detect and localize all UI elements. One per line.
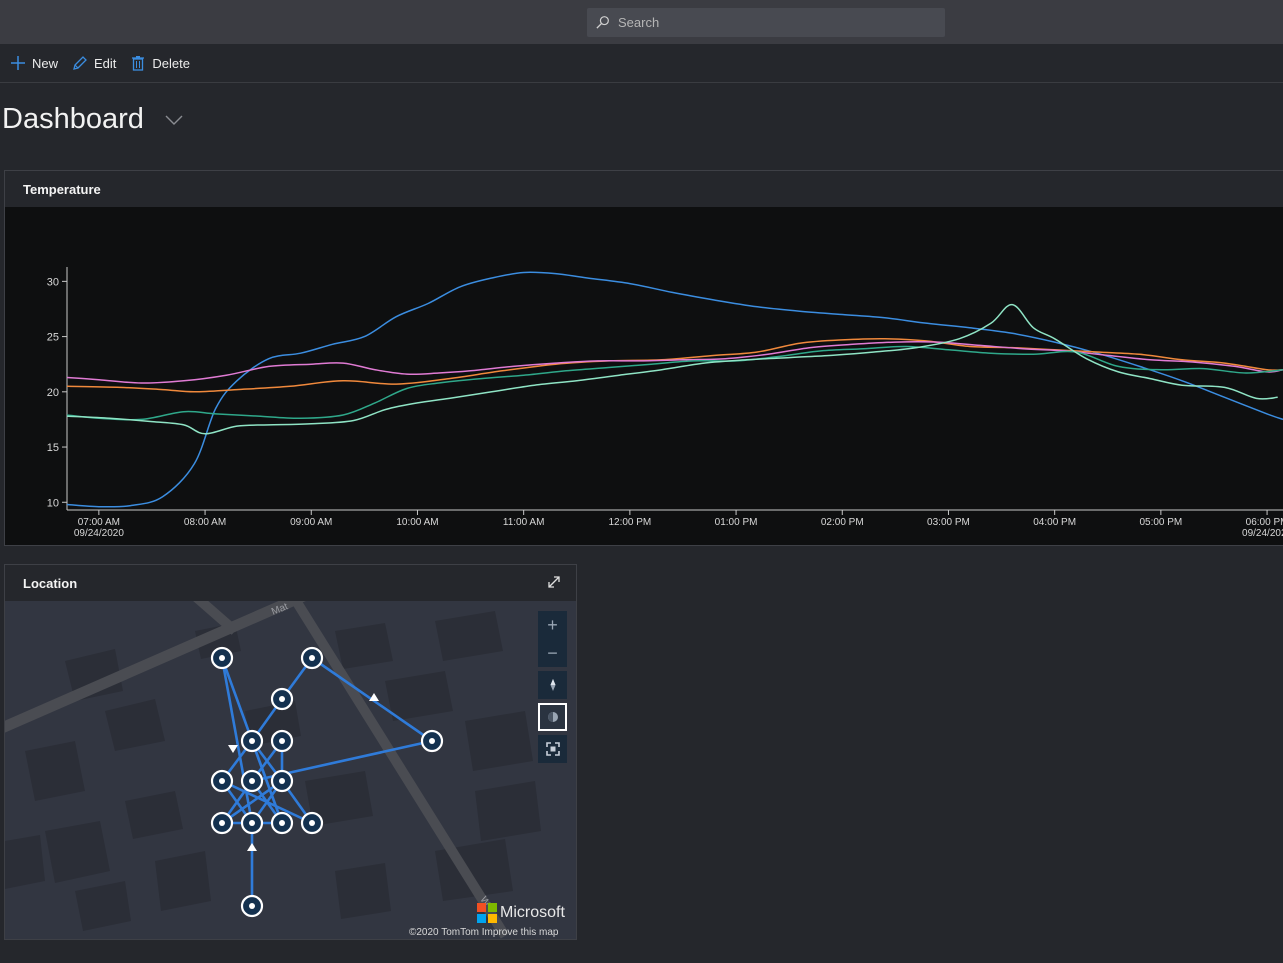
zoom-out-icon: − [547,642,558,663]
x-tick-label: 02:00 PM [821,517,864,528]
compass-icon [550,679,555,691]
map-waypoint-marker[interactable] [270,729,294,753]
pencil-icon [73,56,87,70]
temperature-series-line-4 [66,345,1283,421]
map-canvas[interactable]: Mat W + − Microsoft ©2020 TomTom Improve… [5,601,576,939]
map-waypoint-marker[interactable] [300,811,324,835]
y-tick-label: 30 [47,276,59,288]
x-tick-label: 03:00 PM [927,517,970,528]
top-bar [0,0,1283,44]
chevron-down-icon[interactable] [164,113,184,127]
map-waypoint-marker[interactable] [300,646,324,670]
temperature-tile-header: Temperature [5,171,1283,208]
expand-icon[interactable] [546,574,562,590]
microsoft-logo-text: Microsoft [500,904,565,921]
zoom-in-button[interactable]: + [538,611,567,639]
temperature-chart: 101520253007:00 AM09/24/202008:00 AM 09:0… [47,267,1283,539]
location-tile: Location Mat W + − Microsoft ©2020 TomTo… [4,564,577,940]
temperature-tile: Temperature 10 15 20 25 30 07:00 AM 09/24/2020… [4,170,1283,546]
page-title: Dashboard [2,103,144,135]
style-picker-icon [547,712,558,722]
location-tile-header: Location [5,565,576,602]
x-tick-label: 04:00 PM [1033,517,1076,528]
map-copyright-text: ©2020 TomTom [409,927,479,938]
map-waypoint-marker[interactable] [210,811,234,835]
zoom-in-icon: + [547,614,558,635]
new-button-label: New [32,55,59,71]
location-tile-title: Location [23,575,78,591]
map-waypoint-marker[interactable] [270,687,294,711]
style-picker-button[interactable] [538,703,567,731]
improve-map-link[interactable]: Improve this map [482,927,559,938]
x-tick-label: 05:00 PM [1139,517,1182,528]
fullscreen-icon [545,742,560,756]
x-tick-label: 07:00 AM [78,517,120,528]
temperature-tile-title: Temperature [23,181,101,197]
x-tick-date-label: 09/24/2020 [1242,528,1283,539]
map-waypoint-marker[interactable] [270,811,294,835]
trash-icon [132,56,145,71]
x-tick-label: 08:00 AM [184,517,226,528]
map-waypoint-marker[interactable] [240,811,264,835]
microsoft-logo-icon [477,903,497,923]
map-waypoint-marker[interactable] [420,729,444,753]
compass-button[interactable] [538,671,567,699]
y-tick-label: 15 [47,442,59,454]
microsoft-logo: Microsoft [477,903,565,923]
x-tick-label: 12:00 PM [608,517,651,528]
map-controls: + − [538,611,567,763]
map-waypoint-marker[interactable] [240,894,264,918]
plus-icon [11,56,25,70]
x-tick-label: 11:00 AM [503,517,545,528]
temperature-chart-area: 10 15 20 25 30 07:00 AM 09/24/2020 08:00 AM 09:0… [5,207,1283,545]
map-waypoint-marker[interactable] [240,729,264,753]
x-tick-date-label: 09/24/2020 [74,528,124,539]
map-road [193,601,239,635]
search-input[interactable] [616,14,920,31]
y-tick-label: 10 [47,497,59,509]
map-waypoint-marker[interactable] [210,646,234,670]
y-tick-label: 25 [47,332,59,344]
delete-button-label: Delete [152,55,190,71]
y-tick-label: 20 [47,387,59,399]
title-row: Dashboard [2,103,184,136]
delete-button[interactable]: Delete [130,55,190,71]
temperature-series-line-5 [66,303,1278,435]
search-icon [596,16,609,29]
command-bar: New Edit Delete [0,44,1283,83]
x-tick-label: 10:00 AM [396,517,438,528]
x-tick-label: 01:00 PM [715,517,758,528]
map-waypoint-marker[interactable] [210,769,234,793]
x-tick-label: 09:00 AM [290,517,332,528]
map-waypoint-marker[interactable] [240,769,264,793]
edit-button[interactable]: Edit [72,55,116,71]
new-button[interactable]: New [10,55,58,71]
map-waypoint-marker[interactable] [270,769,294,793]
map-copyright: ©2020 TomTom Improve this map [409,927,558,938]
search-box[interactable] [587,8,945,37]
map-graphic[interactable]: Mat W [5,601,576,939]
fullscreen-button[interactable] [538,735,567,763]
edit-button-label: Edit [94,55,117,71]
x-tick-label: 06:00 PM [1246,517,1283,528]
zoom-out-button[interactable]: − [538,639,567,667]
